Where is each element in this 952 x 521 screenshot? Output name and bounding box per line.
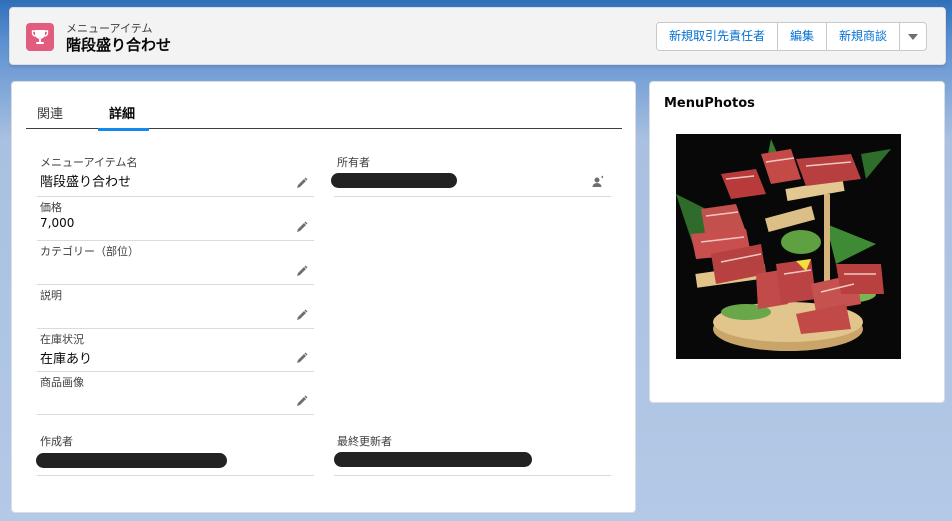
edit-button[interactable]: 編集 <box>777 23 827 50</box>
trophy-icon <box>26 23 54 51</box>
field-value: 7,000 <box>40 216 75 230</box>
pencil-icon[interactable] <box>296 265 308 277</box>
field-last-modified-by: 最終更新者 <box>334 431 611 476</box>
record-title: 階段盛り合わせ <box>66 36 172 54</box>
field-category: カテゴリー（部位） <box>37 241 314 285</box>
field-description: 説明 <box>37 285 314 329</box>
tab-details[interactable]: 詳細 <box>98 103 150 131</box>
field-menu-item-name: メニューアイテム名 階段盛り合わせ <box>37 152 314 197</box>
record-header: メニューアイテム 階段盛り合わせ 新規取引先責任者 編集 新規商談 <box>9 7 946 65</box>
field-created-by: 作成者 <box>36 431 314 476</box>
field-label: 作成者 <box>40 435 73 448</box>
field-owner: 所有者 <box>331 152 611 197</box>
pencil-icon[interactable] <box>296 177 308 189</box>
change-owner-icon[interactable] <box>591 175 605 189</box>
tab-bar: 関連 詳細 <box>26 101 622 131</box>
field-stock-status: 在庫状況 在庫あり <box>37 329 314 372</box>
card-title: MenuPhotos <box>664 96 755 111</box>
pencil-icon[interactable] <box>296 395 308 407</box>
pencil-icon[interactable] <box>296 309 308 321</box>
redacted-user-name[interactable] <box>331 173 457 188</box>
pencil-icon[interactable] <box>296 221 308 233</box>
detail-card: 関連 詳細 メニューアイテム名 階段盛り合わせ 価格 7,000 カテゴリー（部… <box>11 81 636 513</box>
menu-photos-card: MenuPhotos <box>649 81 945 403</box>
tab-related[interactable]: 関連 <box>37 103 63 128</box>
field-value: 在庫あり <box>40 352 93 367</box>
field-label: 説明 <box>40 289 62 302</box>
new-opportunity-button[interactable]: 新規商談 <box>826 23 900 50</box>
field-label: カテゴリー（部位） <box>40 245 139 258</box>
wagyu-platter-photo <box>676 134 901 359</box>
field-price: 価格 7,000 <box>37 197 314 241</box>
field-label: メニューアイテム名 <box>40 156 138 169</box>
field-label: 商品画像 <box>40 376 84 389</box>
more-actions-button[interactable] <box>900 23 926 50</box>
field-label: 所有者 <box>337 156 370 169</box>
redacted-user-name <box>36 453 227 468</box>
header-actions: 新規取引先責任者 編集 新規商談 <box>655 22 927 51</box>
new-contact-button[interactable]: 新規取引先責任者 <box>656 23 778 50</box>
field-value: 階段盛り合わせ <box>40 175 132 190</box>
pencil-icon[interactable] <box>296 352 308 364</box>
chevron-down-icon <box>908 33 918 40</box>
field-label: 価格 <box>40 201 62 214</box>
redacted-user-name <box>334 452 532 467</box>
field-label: 最終更新者 <box>337 435 392 448</box>
field-label: 在庫状況 <box>40 333 84 346</box>
field-product-image: 商品画像 <box>37 372 314 415</box>
